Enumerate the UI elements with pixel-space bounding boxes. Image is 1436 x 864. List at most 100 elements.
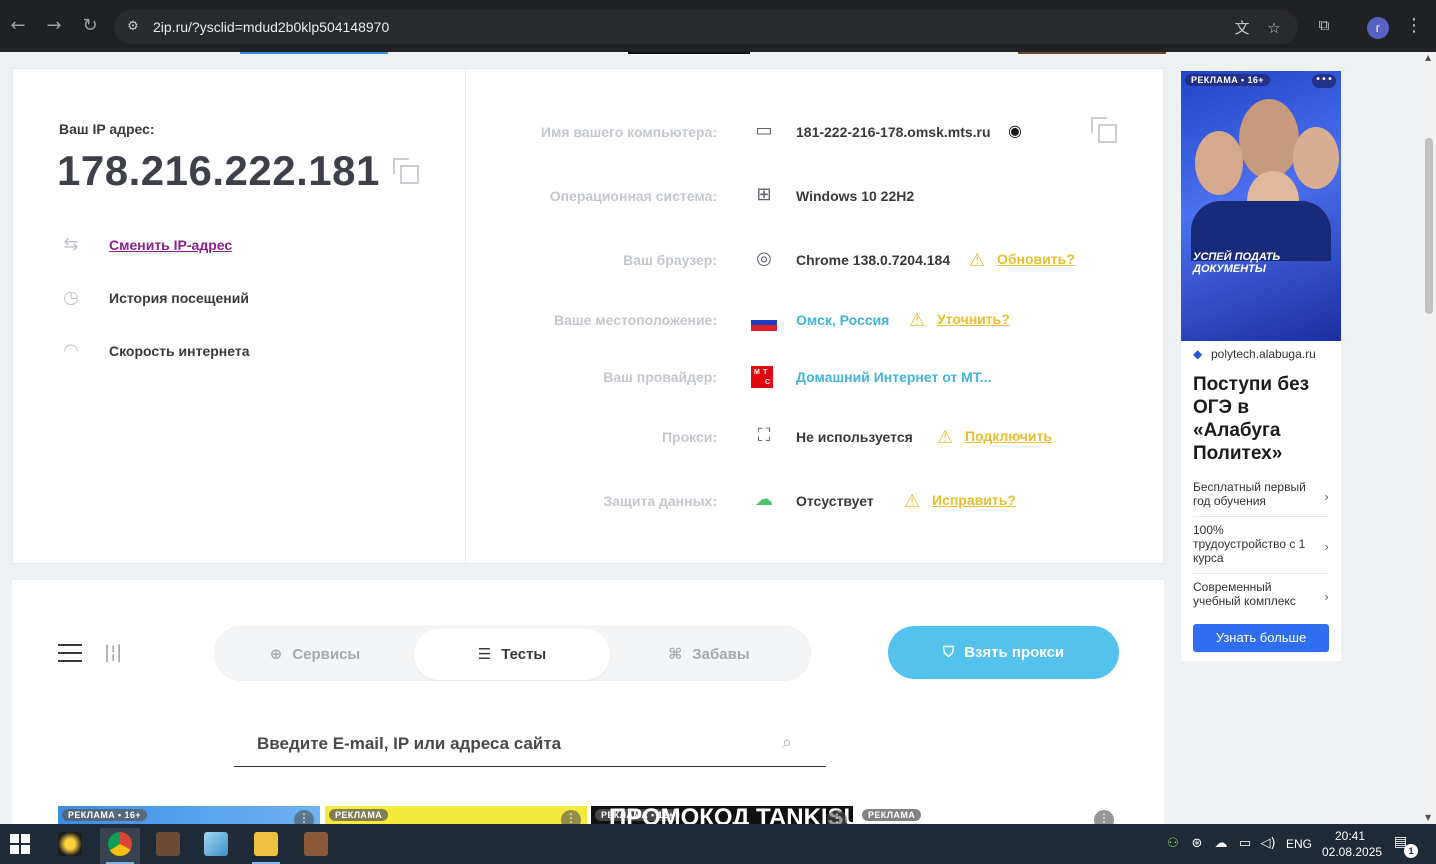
hide-eye-icon[interactable]: ◉ bbox=[1003, 121, 1027, 141]
connect-proxy-link[interactable]: ⚠ Подключить bbox=[937, 427, 1052, 448]
ad-banner-image[interactable]: РЕКЛАМА • 16+ ••• УСПЕЙ ПОДАТЬ ДОКУМЕНТЫ bbox=[1181, 71, 1341, 341]
taskbar-app-starburst[interactable] bbox=[50, 828, 90, 864]
notes-app-icon bbox=[204, 832, 228, 856]
ad-thumbnail[interactable]: РЕКЛАМА • 16+ ⋮ bbox=[58, 806, 320, 824]
ad-thumbnail[interactable]: РЕКЛАМА ⋮ bbox=[325, 806, 587, 824]
tab-services[interactable]: ⊕ Сервисы bbox=[217, 629, 413, 680]
keyboard-language[interactable]: ENG bbox=[1286, 837, 1312, 851]
vpn-tray-icon[interactable]: ⊛ bbox=[1188, 836, 1206, 852]
ad-options-icon[interactable]: ⋮ bbox=[1094, 810, 1114, 824]
tab-tests[interactable]: ☰ Тесты bbox=[414, 629, 610, 680]
extensions-icon[interactable]: ⧉ bbox=[1314, 16, 1334, 36]
ad-title[interactable]: Поступи без ОГЭ в «Алабуга Политех» bbox=[1193, 373, 1333, 465]
volume-icon[interactable]: ◁) bbox=[1259, 836, 1277, 852]
kebab-menu-icon[interactable]: ⋮ bbox=[1404, 14, 1424, 38]
learn-more-button[interactable]: Узнать больше bbox=[1193, 624, 1329, 652]
top-ad-peek bbox=[240, 52, 388, 54]
onedrive-cloud-icon[interactable]: ☁ bbox=[1212, 836, 1230, 852]
os-value: Windows 10 22H2 bbox=[796, 188, 915, 204]
update-browser-link[interactable]: ⚠ Обновить? bbox=[969, 250, 1075, 271]
scroll-up-arrow-icon[interactable]: ▲ bbox=[1425, 54, 1433, 62]
back-arrow-icon[interactable]: ← bbox=[6, 14, 30, 38]
cloud-lock-icon: ☁ bbox=[755, 489, 773, 510]
clock-date: 02.08.2025 bbox=[1322, 845, 1383, 859]
ad-list-item[interactable]: 100% трудоустройство с 1 курса › bbox=[1193, 522, 1329, 574]
taskbar-app-game2[interactable] bbox=[296, 828, 336, 864]
ad-list-item[interactable]: Бесплатный первый год обучения › bbox=[1193, 479, 1329, 517]
windows-taskbar: ⚇ ⊛ ☁ ▭ ◁) ENG 20:41 02.08.2025 ▤ 1 bbox=[0, 824, 1436, 864]
address-bar[interactable]: ⚙ 2ip.ru/?ysclid=mdud2b0klp504148970 文 ☆ bbox=[114, 10, 1298, 44]
sidebar-ad[interactable]: РЕКЛАМА • 16+ ••• УСПЕЙ ПОДАТЬ ДОКУМЕНТЫ… bbox=[1181, 71, 1341, 661]
clock[interactable]: 20:41 02.08.2025 bbox=[1322, 828, 1383, 860]
reload-icon[interactable]: ↻ bbox=[78, 14, 102, 38]
tab-fun[interactable]: ⌘ Забавы bbox=[611, 629, 807, 680]
taskbar-app-game[interactable] bbox=[148, 828, 188, 864]
scroll-down-arrow-icon[interactable]: ▼ bbox=[1425, 814, 1433, 822]
search-input[interactable] bbox=[234, 722, 774, 766]
history-icon: ◷ bbox=[63, 287, 79, 308]
ad-label: РЕКЛАМА bbox=[329, 809, 389, 821]
provider-value[interactable]: Домашний Интернет от МТ... bbox=[796, 369, 991, 385]
nvidia-tray-icon[interactable]: ⚇ bbox=[1164, 836, 1182, 852]
banner-figure bbox=[1239, 99, 1299, 179]
bookmark-star-icon[interactable]: ☆ bbox=[1264, 18, 1284, 38]
banner-figure bbox=[1195, 131, 1243, 195]
game-app-icon bbox=[156, 832, 180, 856]
shield-icon: ⛉ bbox=[942, 643, 955, 661]
mts-logo-icon: М Т С bbox=[751, 366, 773, 388]
folder-icon bbox=[254, 832, 278, 856]
fix-protection-link[interactable]: ⚠ Исправить? bbox=[904, 491, 1016, 512]
category-tabs: ⊕ Сервисы ☰ Тесты ⌘ Забавы bbox=[214, 626, 811, 681]
change-ip-icon: ⇆ bbox=[63, 234, 79, 255]
taskbar-app-notes[interactable] bbox=[196, 828, 236, 864]
change-ip-link[interactable]: Сменить IP-адрес bbox=[109, 237, 232, 253]
ad-domain[interactable]: ◆ polytech.alabuga.ru bbox=[1193, 347, 1316, 361]
monitor-icon: ▭ bbox=[755, 120, 773, 141]
hamburger-menu-icon[interactable] bbox=[58, 644, 82, 662]
browser-label: Ваш браузер: bbox=[623, 252, 717, 268]
ad-options-icon[interactable]: ⋮ bbox=[561, 810, 581, 824]
ad-list-item[interactable]: Современный учебный комплекс › bbox=[1193, 579, 1329, 617]
data-protection-value: Отсуствует bbox=[796, 493, 874, 509]
windows-start-icon[interactable] bbox=[10, 834, 30, 854]
gamepad-icon: ⌘ bbox=[668, 645, 683, 663]
translate-icon[interactable]: 文 bbox=[1232, 18, 1252, 38]
taskbar-app-explorer[interactable] bbox=[246, 828, 286, 864]
ad-thumbnail[interactable]: РЕКЛАМА • 12+ ПРОМОКОД TANKISU ⋮ bbox=[591, 806, 853, 824]
search-box: ⌕ bbox=[234, 722, 826, 767]
warning-icon: ⚠ bbox=[904, 491, 921, 512]
history-link[interactable]: История посещений bbox=[109, 290, 249, 306]
copy-icon[interactable] bbox=[393, 158, 421, 186]
search-icon[interactable]: ⌕ bbox=[782, 732, 804, 754]
location-value[interactable]: Омск, Россия bbox=[796, 312, 889, 328]
get-proxy-button[interactable]: ⛉ Взять прокси bbox=[888, 626, 1119, 679]
site-settings-icon[interactable]: ⚙ bbox=[124, 18, 142, 36]
refine-location-link[interactable]: ⚠ Уточнить? bbox=[909, 310, 1010, 331]
ad-options-icon[interactable]: ⋮ bbox=[294, 810, 314, 824]
ad-options-icon[interactable]: ••• bbox=[1312, 74, 1336, 88]
ad-tagline: УСПЕЙ ПОДАТЬ ДОКУМЕНТЫ bbox=[1193, 251, 1281, 275]
top-ad-peek bbox=[1018, 52, 1166, 54]
game-app-icon bbox=[304, 832, 328, 856]
banner-figure bbox=[1293, 127, 1339, 189]
ad-options-icon[interactable]: ⋮ bbox=[827, 810, 847, 824]
ad-label: РЕКЛАМА • 16+ bbox=[62, 809, 147, 821]
proxy-value: Не используется bbox=[796, 429, 913, 445]
russia-flag-icon bbox=[751, 314, 777, 331]
speed-test-link[interactable]: Скорость интернета bbox=[109, 343, 250, 359]
browser-value: Chrome 138.0.7204.184 bbox=[796, 252, 951, 268]
chrome-app-icon bbox=[108, 832, 132, 856]
network-tray-icon[interactable]: ▭ bbox=[1236, 836, 1254, 852]
chevron-right-icon: › bbox=[1324, 489, 1329, 504]
scroll-thumb[interactable] bbox=[1425, 138, 1433, 314]
location-label: Ваше местоположение: bbox=[554, 312, 717, 328]
forward-arrow-icon[interactable]: → bbox=[42, 14, 66, 38]
layout-bars-icon[interactable]: |¦| bbox=[104, 642, 126, 664]
chevron-right-icon: › bbox=[1324, 539, 1329, 554]
profile-avatar[interactable]: г bbox=[1367, 17, 1389, 39]
ad-thumbnail[interactable]: РЕКЛАМА ⋮ bbox=[858, 806, 1120, 824]
vertical-scrollbar[interactable]: ▲ ▼ bbox=[1422, 52, 1436, 824]
taskbar-app-chrome[interactable] bbox=[100, 828, 140, 864]
copy-hostname-icon[interactable] bbox=[1091, 117, 1119, 145]
url-text[interactable]: 2ip.ru/?ysclid=mdud2b0klp504148970 bbox=[153, 19, 389, 35]
